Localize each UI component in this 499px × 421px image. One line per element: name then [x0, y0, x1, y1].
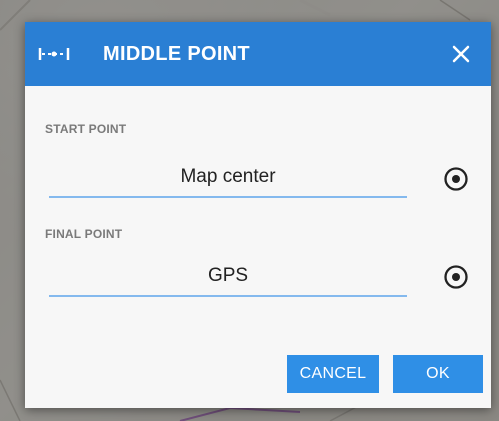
- close-icon: [452, 45, 470, 63]
- start-point-field[interactable]: Map center: [49, 158, 407, 198]
- target-icon: [444, 265, 468, 289]
- middle-point-dialog: MIDDLE POINT START POINT Map center FINA…: [25, 22, 491, 408]
- final-point-field[interactable]: GPS: [49, 257, 407, 297]
- middle-point-icon: [37, 44, 71, 64]
- dialog-header: MIDDLE POINT: [25, 22, 491, 86]
- final-point-select-button[interactable]: [439, 260, 473, 294]
- cancel-button[interactable]: CANCEL: [287, 355, 379, 393]
- start-point-label: START POINT: [45, 122, 127, 136]
- target-icon: [444, 167, 468, 191]
- final-point-label: FINAL POINT: [45, 227, 123, 241]
- start-point-select-button[interactable]: [439, 162, 473, 196]
- close-button[interactable]: [441, 34, 481, 74]
- ok-button[interactable]: OK: [393, 355, 483, 393]
- dialog-title: MIDDLE POINT: [103, 43, 250, 65]
